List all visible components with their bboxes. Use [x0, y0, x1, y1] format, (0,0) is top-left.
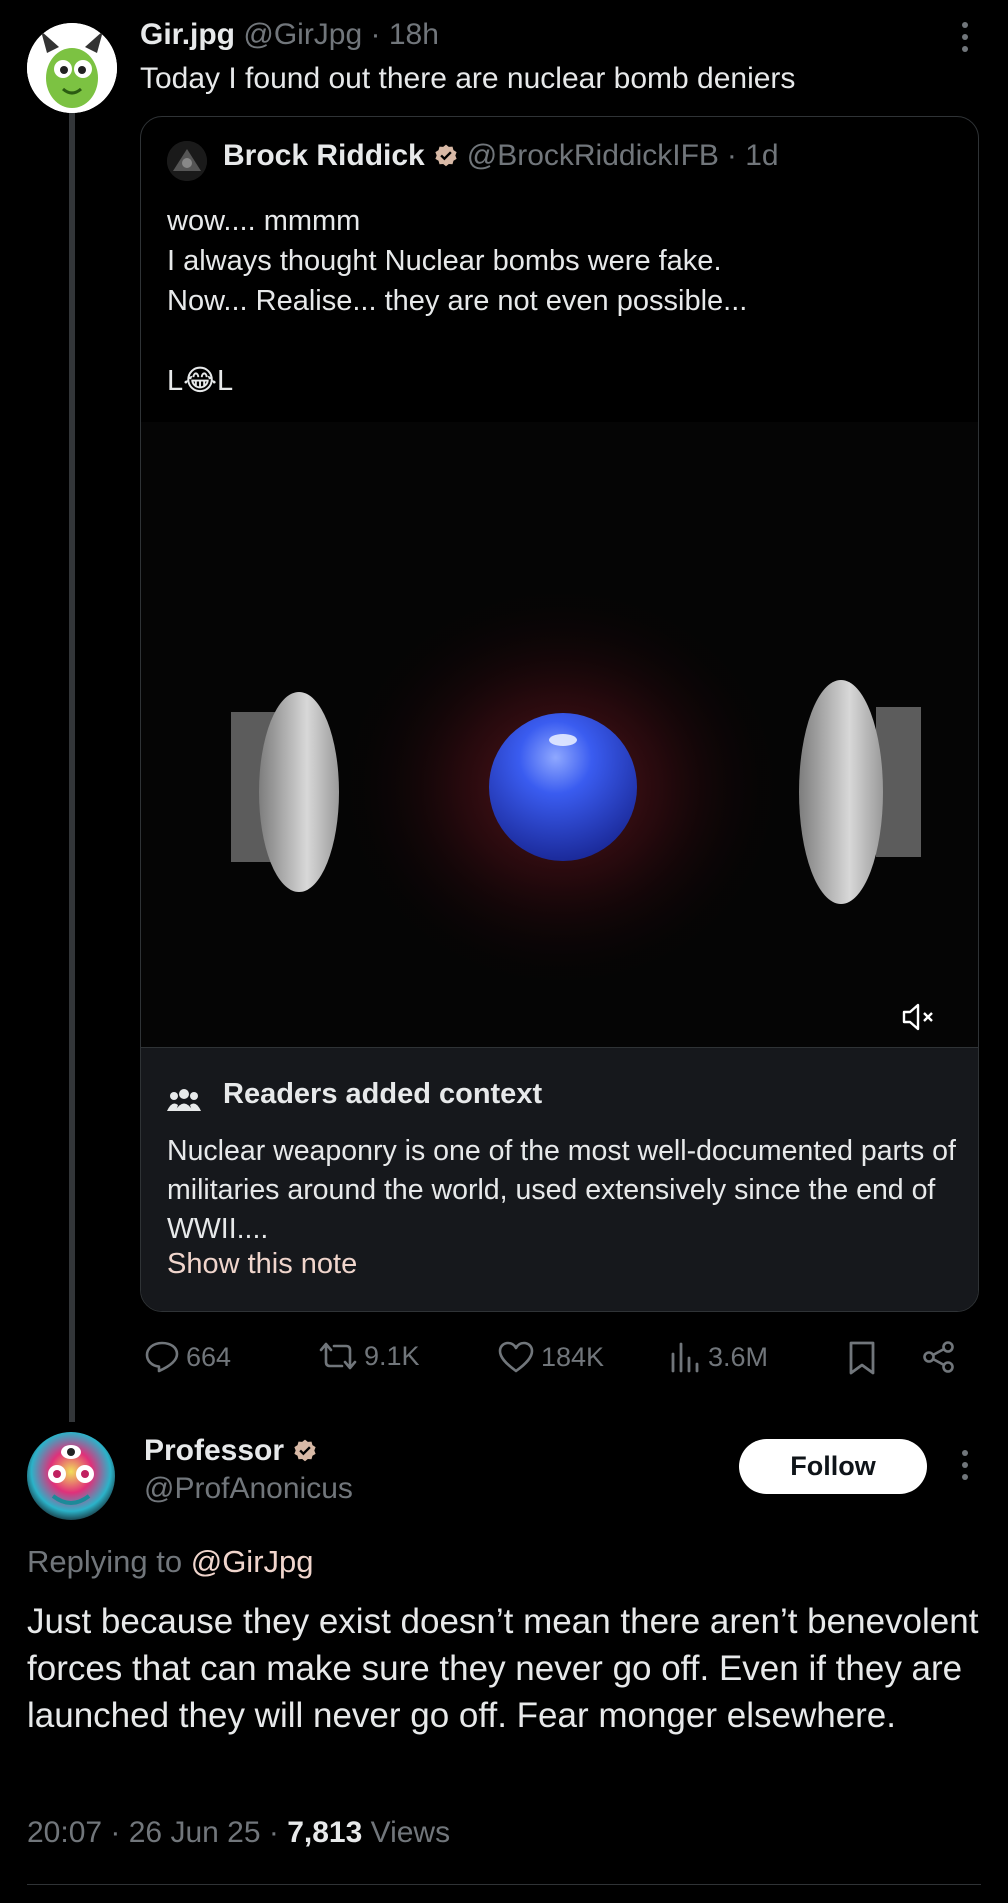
views-button[interactable]: 3.6M	[668, 1340, 768, 1374]
repost-count: 9.1K	[364, 1340, 420, 1371]
bookmark-button[interactable]	[847, 1340, 877, 1376]
show-note-link[interactable]: Show this note	[167, 1248, 357, 1281]
context-title: Readers added context	[223, 1078, 543, 1110]
readers-context: Readers added context Nuclear weaponry i…	[141, 1047, 978, 1311]
replying-prefix: Replying to	[27, 1544, 183, 1579]
avatar[interactable]	[27, 1432, 115, 1520]
verified-icon	[294, 1439, 316, 1462]
reply-author: Professor	[144, 1434, 318, 1468]
bookmark-icon	[849, 1341, 875, 1375]
post-text: Today I found out there are nuclear bomb…	[140, 62, 796, 95]
quote-avatar[interactable]	[167, 141, 207, 181]
views-count: 3.6M	[708, 1341, 769, 1372]
reply-text: Just because they exist doesn’t mean the…	[27, 1602, 979, 1735]
views-number: 7,813	[287, 1816, 363, 1849]
quote-time[interactable]: · 1d	[727, 139, 779, 173]
reply-author-name[interactable]: Professor	[144, 1434, 284, 1468]
repost-button[interactable]: 9.1K	[318, 1340, 420, 1372]
replying-to: Replying to @GirJpg	[27, 1544, 314, 1580]
mute-icon[interactable]	[901, 1002, 935, 1032]
community-notes-icon	[167, 1089, 201, 1111]
more-icon[interactable]	[950, 22, 980, 62]
more-icon[interactable]	[950, 1450, 980, 1490]
follow-button[interactable]: Follow	[739, 1439, 927, 1494]
author-name[interactable]: Gir.jpg	[140, 18, 235, 51]
verified-icon	[435, 144, 457, 167]
reply-author-handle[interactable]: @ProfAnonicus	[144, 1472, 353, 1506]
post-time[interactable]: · 18h	[371, 18, 439, 51]
thread-line	[69, 112, 75, 1422]
share-icon	[923, 1341, 954, 1373]
avatar[interactable]	[27, 23, 117, 113]
like-count: 184K	[541, 1341, 605, 1372]
repost-icon	[319, 1342, 357, 1370]
reply-button[interactable]: 664	[144, 1340, 231, 1374]
reply-count: 664	[186, 1341, 232, 1372]
author-handle[interactable]: @GirJpg	[243, 18, 362, 51]
quoted-post[interactable]: Brock Riddick @BrockRiddickIFB · 1d wow.…	[140, 116, 979, 1312]
post-header: Gir.jpg @GirJpg · 18h	[140, 18, 439, 52]
quote-author-name[interactable]: Brock Riddick	[223, 139, 425, 173]
divider	[27, 1884, 981, 1885]
reply-meta: 20:07 · 26 Jun 25 · 7,813 Views	[27, 1816, 450, 1850]
views-label: Views	[370, 1816, 451, 1849]
views-icon	[671, 1342, 699, 1373]
replying-mention[interactable]: @GirJpg	[191, 1544, 314, 1579]
context-body: Nuclear weaponry is one of the most well…	[167, 1135, 956, 1245]
reply-timestamp[interactable]: 20:07 · 26 Jun 25 ·	[27, 1816, 279, 1849]
quote-header: Brock Riddick @BrockRiddickIFB · 1d	[223, 139, 779, 173]
like-button[interactable]: 184K	[497, 1340, 604, 1374]
video-media[interactable]	[141, 422, 978, 1047]
like-icon	[498, 1341, 534, 1373]
share-button[interactable]	[922, 1340, 956, 1374]
quote-author-handle[interactable]: @BrockRiddickIFB	[467, 139, 719, 173]
reply-icon	[145, 1341, 179, 1373]
quote-text: wow.... mmmm I always thought Nuclear bo…	[167, 205, 748, 397]
